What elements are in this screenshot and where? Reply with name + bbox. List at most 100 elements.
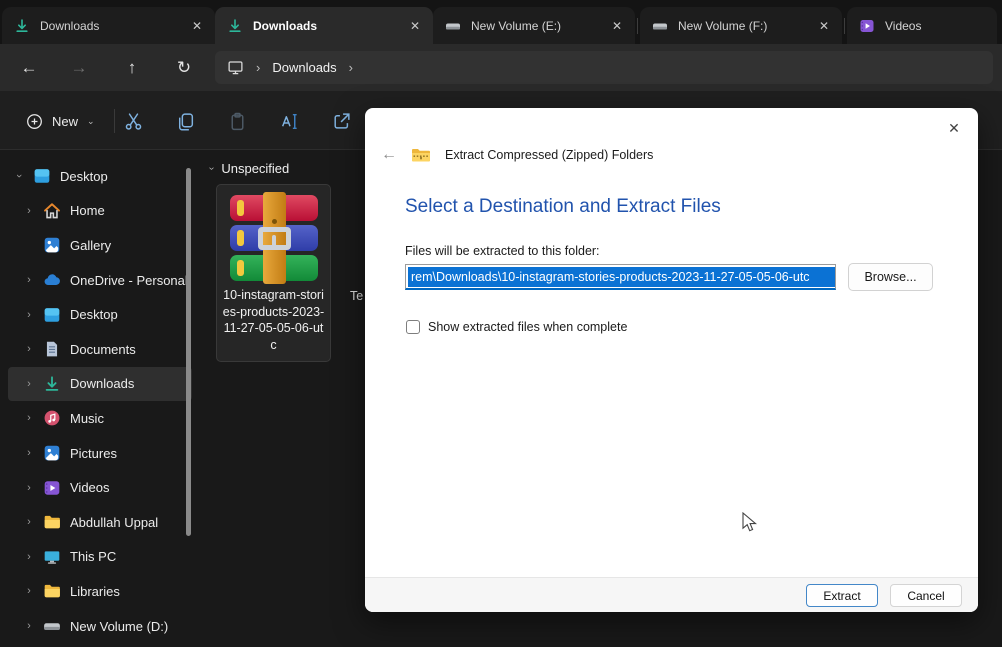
sidebar-item-desktop[interactable]: › Desktop	[8, 297, 192, 332]
sidebar-item-label: This PC	[70, 549, 117, 565]
sidebar-item-gallery[interactable]: › Gallery	[8, 228, 192, 263]
plus-circle-icon	[26, 113, 43, 130]
group-header-unspecified[interactable]: › Unspecified	[206, 161, 289, 176]
sidebar-item-home[interactable]: › Home	[8, 194, 192, 229]
sidebar-item-videos[interactable]: › Videos	[8, 470, 192, 505]
rename-icon[interactable]	[276, 108, 302, 134]
refresh-icon[interactable]: ↻	[169, 53, 199, 83]
sidebar-item-onedrive[interactable]: › OneDrive - Personal	[8, 263, 192, 298]
tab-downloads-2-active[interactable]: Downloads ✕	[215, 7, 433, 44]
tab-label: New Volume (F:)	[678, 18, 768, 33]
address-bar[interactable]: › Downloads ›	[215, 51, 993, 84]
sidebar-item-label: Pictures	[70, 445, 117, 461]
sidebar-item-music[interactable]: › Music	[8, 401, 192, 436]
sidebar-item-label: Gallery	[70, 237, 112, 253]
up-icon[interactable]: ↑	[117, 53, 147, 83]
winrar-archive-icon	[229, 192, 318, 284]
tab-downloads-1[interactable]: Downloads ✕	[2, 7, 215, 44]
tab-separator	[844, 18, 845, 34]
show-files-checkbox-row[interactable]: Show extracted files when complete	[406, 320, 627, 334]
chevron-collapsed-icon[interactable]: ›	[22, 309, 36, 321]
tab-close-icon[interactable]: ✕	[814, 16, 834, 36]
selected-path-text: rem\Downloads\10-instagram-stories-produ…	[408, 266, 835, 287]
sidebar-item-label: Documents	[70, 341, 136, 357]
pictures-icon	[43, 444, 61, 462]
chevron-collapsed-icon[interactable]: ›	[22, 412, 36, 424]
folder-icon	[43, 513, 61, 531]
downloads-icon	[14, 18, 30, 34]
tab-label: New Volume (E:)	[471, 18, 562, 33]
this-pc-icon[interactable]	[227, 59, 244, 76]
sidebar-item-libraries[interactable]: › Libraries	[8, 574, 192, 609]
tab-new-volume-e[interactable]: New Volume (E:) ✕	[433, 7, 635, 44]
destination-field-label: Files will be extracted to this folder:	[405, 244, 600, 258]
chevron-collapsed-icon[interactable]: ›	[22, 516, 36, 528]
tab-label: Videos	[885, 18, 922, 33]
chevron-collapsed-icon[interactable]: ›	[22, 378, 36, 390]
file-item-zip-archive[interactable]: 10-instagram-stories-products-2023-11-27…	[216, 184, 331, 362]
sidebar-item-pictures[interactable]: › Pictures	[8, 436, 192, 471]
videos-icon	[859, 18, 875, 34]
dialog-back-icon[interactable]: ←	[377, 144, 401, 166]
copy-icon[interactable]	[172, 108, 198, 134]
destination-path-input[interactable]: rem\Downloads\10-instagram-stories-produ…	[405, 264, 836, 290]
dialog-close-icon[interactable]: ✕	[938, 114, 970, 142]
sidebar-item-desktop-pinned[interactable]: › Desktop	[8, 159, 192, 194]
file-name-label: 10-instagram-stories-products-2023-11-27…	[222, 288, 325, 352]
chevron-right-icon[interactable]: ›	[349, 60, 353, 75]
new-button-label: New	[52, 113, 79, 129]
tab-separator	[637, 18, 638, 34]
chevron-collapsed-icon[interactable]: ›	[22, 343, 36, 355]
folder-icon	[43, 582, 61, 600]
tab-close-icon[interactable]: ✕	[607, 16, 627, 36]
tab-label: Downloads	[253, 18, 318, 33]
sidebar-item-documents[interactable]: › Documents	[8, 332, 192, 367]
chevron-expanded-icon[interactable]: ›	[13, 169, 25, 183]
chevron-collapsed-icon[interactable]: ›	[22, 274, 36, 286]
navigation-bar: ← → ↑ ↻ › Downloads ›	[0, 44, 1002, 91]
sidebar-item-label: Videos	[70, 480, 110, 496]
music-icon	[43, 409, 61, 427]
downloads-icon	[43, 375, 61, 393]
tab-new-volume-f[interactable]: New Volume (F:) ✕	[640, 7, 842, 44]
chevron-expanded-icon[interactable]: ›	[206, 167, 217, 170]
desktop-icon	[43, 306, 61, 324]
chevron-collapsed-icon[interactable]: ›	[22, 620, 36, 632]
sidebar-item-label: Desktop	[70, 307, 118, 323]
chevron-collapsed-icon[interactable]: ›	[22, 551, 36, 563]
desktop-icon	[33, 167, 51, 185]
dialog-heading: Select a Destination and Extract Files	[405, 196, 721, 217]
sidebar-item-label: OneDrive - Personal	[70, 272, 188, 288]
sidebar-item-abdullah-uppal[interactable]: › Abdullah Uppal	[8, 505, 192, 540]
back-icon[interactable]: ←	[14, 53, 44, 83]
chevron-right-icon: ›	[256, 60, 261, 75]
sidebar-item-downloads[interactable]: › Downloads	[8, 366, 192, 402]
chevron-collapsed-icon[interactable]: ›	[22, 585, 36, 597]
chevron-collapsed-icon[interactable]: ›	[22, 447, 36, 459]
tab-close-icon[interactable]: ✕	[405, 16, 425, 36]
extract-dialog: ✕ ← Extract Compressed (Zipped) Folders …	[365, 108, 978, 612]
dialog-footer: Extract Cancel	[365, 577, 978, 612]
share-icon[interactable]	[328, 108, 354, 134]
sidebar-item-this-pc[interactable]: › This PC	[8, 540, 192, 575]
sidebar-item-label: Desktop	[60, 168, 108, 184]
new-button[interactable]: New ⌄	[16, 104, 105, 138]
sidebar-scrollbar[interactable]	[186, 168, 191, 536]
chevron-collapsed-icon[interactable]: ›	[22, 205, 36, 217]
sidebar-item-new-volume-d[interactable]: › New Volume (D:)	[8, 609, 192, 644]
cut-icon[interactable]	[120, 108, 146, 134]
mouse-cursor	[740, 511, 760, 539]
occluded-file-label: Te	[350, 289, 364, 303]
extract-button[interactable]: Extract	[806, 584, 878, 607]
onedrive-cloud-icon	[43, 271, 61, 289]
sidebar-item-label: Libraries	[70, 583, 120, 599]
cancel-button[interactable]: Cancel	[890, 584, 962, 607]
chevron-collapsed-icon[interactable]: ›	[22, 482, 36, 494]
tab-videos[interactable]: Videos	[847, 7, 997, 44]
checkbox-unchecked[interactable]	[406, 320, 420, 334]
downloads-icon	[227, 18, 243, 34]
breadcrumb-segment[interactable]: Downloads	[272, 60, 336, 75]
paste-icon	[224, 108, 250, 134]
tab-close-icon[interactable]: ✕	[187, 16, 207, 36]
browse-button[interactable]: Browse...	[848, 263, 933, 291]
